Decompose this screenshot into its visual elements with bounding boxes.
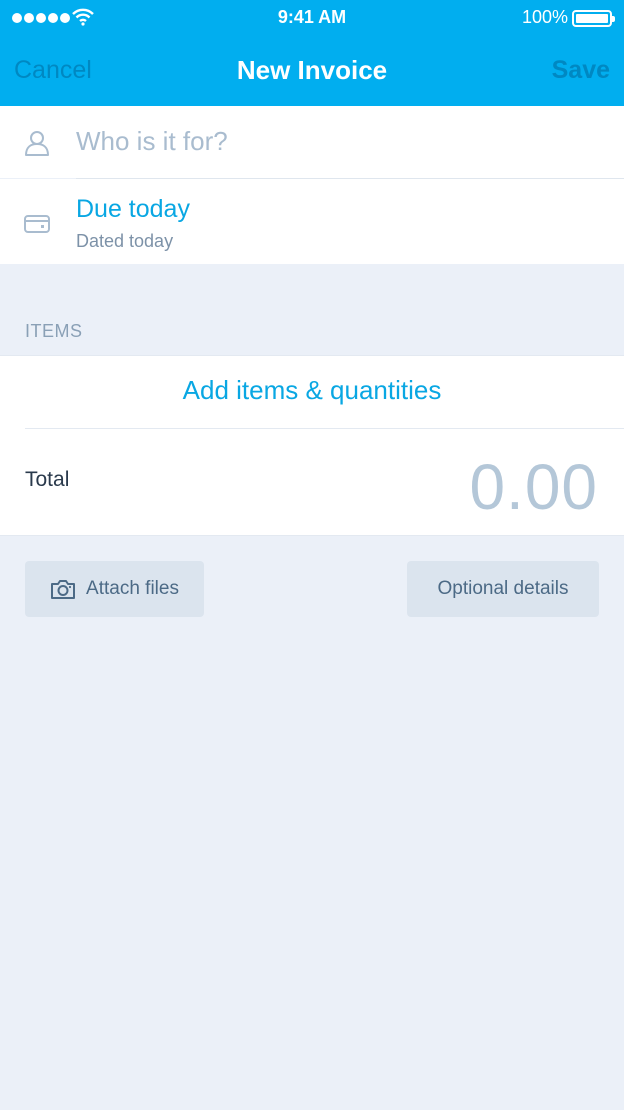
cancel-button[interactable]: Cancel [14,56,92,85]
optional-details-label: Optional details [437,578,569,599]
due-date-title: Due today [76,195,190,223]
battery-icon [572,10,615,27]
total-amount: 0.00 [469,451,598,523]
navigation-bar: Cancel New Invoice Save [0,36,624,106]
total-label: Total [25,468,70,491]
save-button[interactable]: Save [552,56,610,85]
page-title: New Invoice [236,55,388,85]
app-header: 9:41 AM 100% Cancel New Invoice Save [0,0,624,106]
client-field[interactable]: Who is it for? [0,106,624,178]
card-icon [24,215,50,233]
client-placeholder: Who is it for? [76,126,228,156]
due-date-field[interactable]: Due today Dated today [0,179,624,264]
battery-percent: 100% [521,7,568,27]
status-bar: 9:41 AM 100% [0,0,624,36]
camera-icon [51,580,76,599]
optional-details-button[interactable]: Optional details [407,561,599,617]
dated-subtitle: Dated today [76,231,174,251]
new-invoice-screen: 9:41 AM 100% Cancel New Invoice Save Who… [0,0,624,1110]
items-section-header: ITEMS [25,321,83,341]
attach-files-label: Attach files [86,578,179,599]
attach-files-button[interactable]: Attach files [25,561,204,617]
person-icon [25,131,49,156]
items-section: Add items & quantities Total 0.00 [0,355,624,536]
add-items-button[interactable]: Add items & quantities [0,375,624,406]
divider [25,428,624,429]
